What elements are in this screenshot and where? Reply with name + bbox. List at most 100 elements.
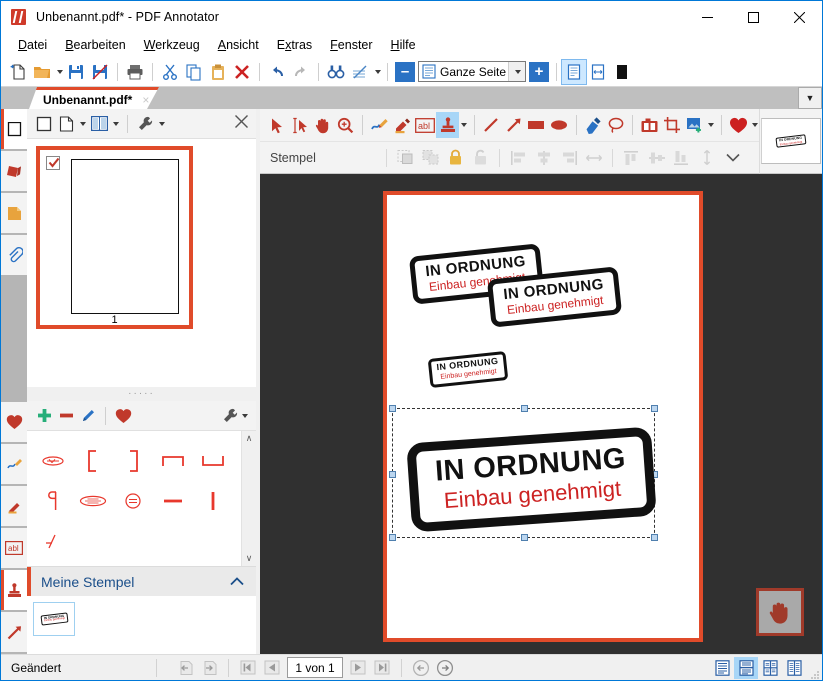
- document-page[interactable]: IN ORDNUNG Einbau genehmigt IN ORDNUNG E…: [383, 191, 703, 642]
- my-stamp-in-ordnung[interactable]: IN ORDNUNG Einbau genehmigt: [33, 602, 75, 636]
- align-top-button[interactable]: [619, 146, 644, 170]
- sidebar-tab-notes[interactable]: [1, 193, 27, 233]
- tool-hand[interactable]: [312, 112, 335, 138]
- resize-handle-w[interactable]: [389, 471, 396, 478]
- menu-extras[interactable]: Extras: [268, 35, 321, 55]
- tool-tab-highlighter[interactable]: [1, 486, 27, 526]
- sidebar-tab-attachments[interactable]: [1, 235, 27, 275]
- select-all-pages-button[interactable]: [33, 112, 55, 136]
- ungroup-objects-button[interactable]: [418, 146, 443, 170]
- stamp-mark-deleatur[interactable]: [33, 441, 73, 481]
- tool-ellipse[interactable]: [548, 112, 571, 138]
- view-mode-continuous[interactable]: [734, 656, 758, 679]
- tool-tab-arrow[interactable]: [1, 612, 27, 652]
- open-document-dropdown[interactable]: [54, 60, 64, 84]
- open-document-button[interactable]: [30, 60, 54, 84]
- close-pages-panel-button[interactable]: [235, 115, 248, 132]
- sidebar-tab-pages[interactable]: [1, 109, 27, 149]
- object-toolbar-overflow[interactable]: [720, 146, 745, 170]
- menu-datei[interactable]: DDateiatei: [9, 35, 56, 55]
- resize-handle-sw[interactable]: [389, 534, 396, 541]
- page-number-field[interactable]: 1 von 1: [287, 657, 343, 678]
- full-screen-button[interactable]: [610, 60, 634, 84]
- next-view-button[interactable]: [197, 657, 221, 679]
- ocr-button[interactable]: [348, 60, 372, 84]
- tool-rectangle[interactable]: [525, 112, 548, 138]
- lock-object-button[interactable]: [443, 146, 468, 170]
- tool-tab-stamps[interactable]: [1, 570, 27, 610]
- resize-handle-nw[interactable]: [389, 405, 396, 412]
- tool-eraser[interactable]: [581, 112, 604, 138]
- tool-favorites-dropdown[interactable]: [749, 112, 759, 138]
- align-right-button[interactable]: [556, 146, 581, 170]
- page-thumbnail[interactable]: 1: [36, 146, 193, 329]
- delete-button[interactable]: [230, 60, 254, 84]
- view-mode-facing[interactable]: [758, 657, 782, 679]
- stamp-mark-circled[interactable]: [113, 481, 153, 521]
- resize-handle-se[interactable]: [651, 534, 658, 541]
- document-tab[interactable]: Unbenannt.pdf* ×: [29, 87, 159, 109]
- tool-insert-image[interactable]: [683, 112, 706, 138]
- align-bottom-button[interactable]: [669, 146, 694, 170]
- unlock-object-button[interactable]: [468, 146, 493, 170]
- zoom-in-button[interactable]: +: [527, 60, 551, 84]
- align-middle-button[interactable]: [644, 146, 669, 170]
- stamp-mark-bracket-left[interactable]: [73, 441, 113, 481]
- sidebar-tab-bookmarks[interactable]: [1, 151, 27, 191]
- print-button[interactable]: [123, 60, 147, 84]
- chevron-up-icon[interactable]: [230, 575, 244, 589]
- stamp-settings-button[interactable]: [222, 407, 248, 424]
- scroll-up-arrow-icon[interactable]: ∧: [246, 431, 253, 446]
- tool-lasso[interactable]: [604, 112, 627, 138]
- page-view-button[interactable]: [55, 112, 77, 136]
- menu-hilfe[interactable]: Hilfe: [382, 35, 425, 55]
- remove-stamp-button[interactable]: [55, 404, 77, 428]
- copy-button[interactable]: [182, 60, 206, 84]
- page-settings-dropdown[interactable]: [156, 112, 167, 136]
- paste-button[interactable]: [206, 60, 230, 84]
- menu-ansicht[interactable]: Ansicht: [209, 35, 268, 55]
- distribute-vertical-button[interactable]: [694, 146, 719, 170]
- minimize-button[interactable]: [684, 1, 730, 33]
- tool-crop[interactable]: [661, 112, 684, 138]
- menu-bearbeiten[interactable]: Bearbeiten: [56, 35, 134, 55]
- tool-insert-image-dropdown[interactable]: [706, 112, 716, 138]
- distribute-horizontal-button[interactable]: [581, 146, 606, 170]
- add-stamp-button[interactable]: [33, 404, 55, 428]
- view-mode-single[interactable]: [710, 657, 734, 679]
- find-button[interactable]: [324, 60, 348, 84]
- close-button[interactable]: [776, 1, 822, 33]
- document-stamp-4[interactable]: IN ORDNUNG Einbau genehmigt: [406, 426, 657, 533]
- page-settings-button[interactable]: [134, 112, 156, 136]
- stamp-mark-top-bracket[interactable]: [153, 441, 193, 481]
- stamp-preview[interactable]: IN ORDNUNG Einbau genehmigt: [761, 118, 821, 164]
- stamp-mark-bottom-bracket[interactable]: [193, 441, 233, 481]
- page-thumbnail-checkbox[interactable]: [46, 156, 60, 170]
- tool-favorites[interactable]: [727, 112, 750, 138]
- tool-text-select[interactable]: [289, 112, 312, 138]
- navigate-forward-button[interactable]: [433, 657, 457, 679]
- stamp-mark-ellipse-word[interactable]: [73, 481, 113, 521]
- tool-tab-pen[interactable]: [1, 444, 27, 484]
- save-document-button[interactable]: [64, 60, 88, 84]
- tool-tab-favorites[interactable]: [1, 402, 27, 442]
- edit-stamp-button[interactable]: [77, 404, 99, 428]
- favorite-stamp-button[interactable]: [112, 404, 134, 428]
- menu-fenster[interactable]: Fenster: [321, 35, 381, 55]
- fit-page-button[interactable]: [561, 58, 587, 85]
- scroll-down-arrow-icon[interactable]: ∨: [246, 551, 253, 566]
- scrollbar-track[interactable]: [241, 446, 257, 551]
- thumbnail-size-button[interactable]: [88, 112, 110, 136]
- last-page-button[interactable]: [370, 657, 394, 679]
- tool-zoom[interactable]: [334, 112, 357, 138]
- resize-grip[interactable]: [810, 669, 820, 679]
- tool-highlighter[interactable]: [391, 112, 414, 138]
- tool-textbox[interactable]: abl: [413, 112, 436, 138]
- stamp-mark-bracket-right[interactable]: [113, 441, 153, 481]
- group-objects-button[interactable]: [393, 146, 418, 170]
- tab-overflow-button[interactable]: ▼: [798, 87, 822, 109]
- resize-handle-s[interactable]: [521, 534, 528, 541]
- stamp-mark-bar[interactable]: [193, 481, 233, 521]
- fit-width-button[interactable]: [586, 60, 610, 84]
- page-thumbnails-pane[interactable]: 1: [27, 139, 256, 387]
